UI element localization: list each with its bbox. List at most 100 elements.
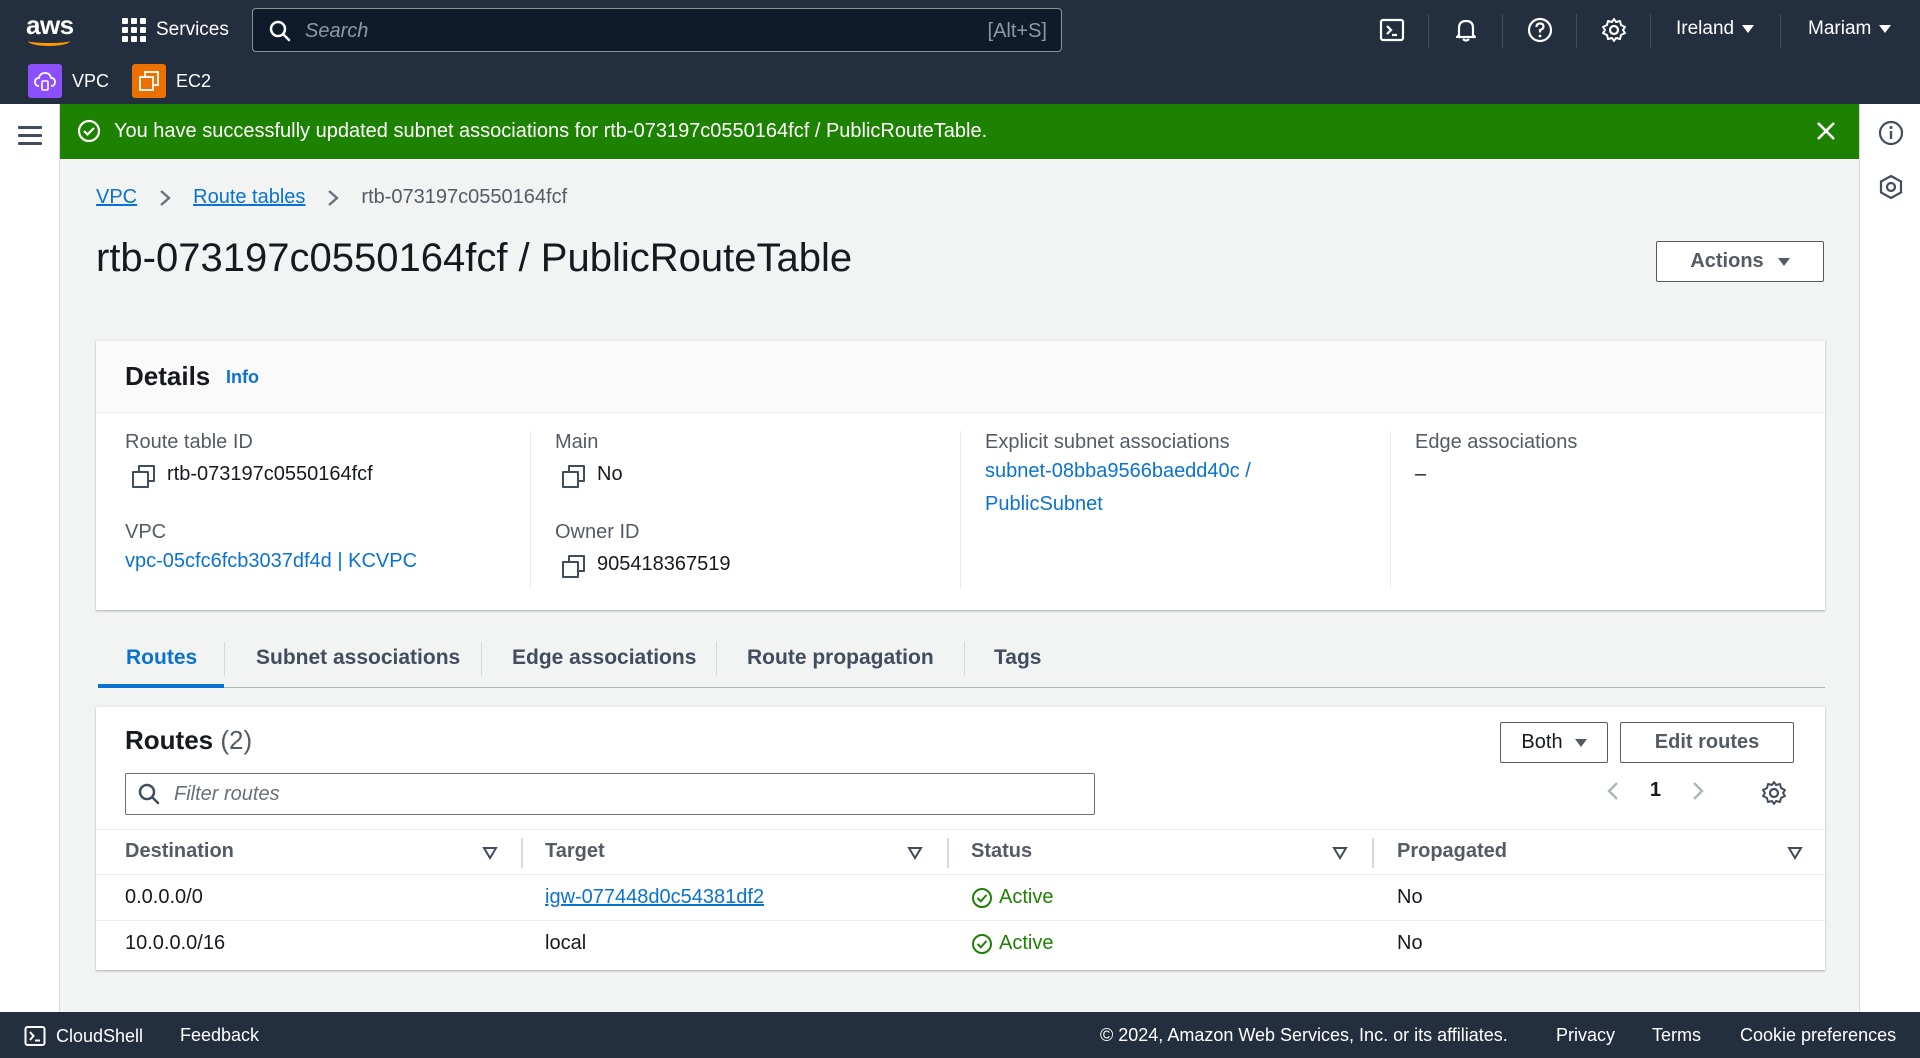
hexagon-help-icon[interactable] bbox=[1878, 174, 1904, 200]
sort-down-icon[interactable] bbox=[482, 846, 498, 860]
chevron-right-icon[interactable] bbox=[1691, 780, 1705, 802]
target-link[interactable]: igw-077448d0c54381df2 bbox=[545, 886, 764, 909]
status-check-icon bbox=[972, 887, 992, 908]
breadcrumb: VPC Route tables rtb-073197c0550164fcf bbox=[96, 186, 567, 209]
footer: CloudShell Feedback © 2024, Amazon Web S… bbox=[0, 1012, 1920, 1058]
services-label: Services bbox=[156, 19, 229, 40]
success-flash-banner: You have successfully updated subnet ass… bbox=[60, 104, 1859, 159]
tab-tags[interactable]: Tags bbox=[994, 638, 1041, 688]
search-shortcut: [Alt+S] bbox=[987, 20, 1047, 42]
copy-icon[interactable] bbox=[131, 464, 155, 488]
success-check-icon bbox=[77, 119, 101, 143]
status-badge: Active bbox=[971, 932, 1053, 955]
route-type-label: Both bbox=[1521, 731, 1563, 753]
details-panel: Details Info Route table ID rtb-073197c0… bbox=[96, 340, 1825, 610]
cookie-preferences-link[interactable]: Cookie preferences bbox=[1740, 1025, 1896, 1046]
status-check-icon bbox=[972, 933, 992, 954]
chevron-right-icon bbox=[328, 189, 340, 206]
actions-button[interactable]: Actions bbox=[1656, 241, 1824, 282]
region-selector[interactable]: Ireland bbox=[1676, 18, 1755, 40]
top-navigation: aws Services Search [Alt+S] Ireland Mari bbox=[0, 0, 1920, 104]
breadcrumb-vpc[interactable]: VPC bbox=[96, 186, 137, 209]
feedback-link[interactable]: Feedback bbox=[180, 1025, 259, 1046]
right-rail bbox=[1859, 104, 1920, 1012]
cloudshell-icon[interactable] bbox=[1378, 16, 1406, 44]
flash-message: You have successfully updated subnet ass… bbox=[114, 120, 988, 142]
routes-panel: Routes (2) Both Edit routes Filter route… bbox=[96, 706, 1825, 970]
tabs: Routes Subnet associations Edge associat… bbox=[98, 638, 1825, 688]
owner-id-value: 905418367519 bbox=[597, 553, 731, 575]
copy-icon[interactable] bbox=[561, 464, 585, 488]
tab-route-propagation[interactable]: Route propagation bbox=[747, 638, 934, 688]
cell-destination: 0.0.0.0/0 bbox=[125, 886, 203, 908]
page-number[interactable]: 1 bbox=[1650, 779, 1661, 802]
details-column-2: Main No Owner ID 905418367519 bbox=[530, 431, 935, 589]
explicit-subnet-label: Explicit subnet associations bbox=[985, 431, 1230, 453]
tab-edge-associations[interactable]: Edge associations bbox=[512, 638, 696, 688]
route-table-id-value: rtb-073197c0550164fcf bbox=[167, 463, 373, 485]
main-value: No bbox=[597, 463, 623, 485]
services-menu-button[interactable]: Services bbox=[122, 16, 229, 44]
explicit-subnet-link[interactable]: subnet-08bba9566baedd40c / bbox=[985, 455, 1251, 488]
tab-routes[interactable]: Routes bbox=[126, 638, 197, 688]
search-icon bbox=[138, 783, 160, 805]
caret-down-icon bbox=[1879, 25, 1892, 33]
chevron-right-icon bbox=[160, 189, 171, 206]
cell-propagated: No bbox=[1397, 886, 1423, 908]
breadcrumb-route-tables[interactable]: Route tables bbox=[193, 186, 305, 209]
settings-gear-icon[interactable] bbox=[1600, 16, 1628, 44]
vpc-label: VPC bbox=[125, 521, 167, 543]
sort-down-icon[interactable] bbox=[1332, 846, 1348, 860]
info-link[interactable]: Info bbox=[226, 367, 259, 388]
favorite-vpc[interactable]: VPC bbox=[28, 64, 109, 98]
search-placeholder: Search bbox=[305, 20, 369, 42]
terms-link[interactable]: Terms bbox=[1652, 1025, 1701, 1046]
route-table-id-label: Route table ID bbox=[125, 431, 253, 453]
info-panel-icon[interactable] bbox=[1878, 120, 1904, 146]
sort-down-icon[interactable] bbox=[1787, 846, 1803, 860]
actions-label: Actions bbox=[1690, 250, 1764, 272]
routes-title: Routes (2) bbox=[125, 725, 253, 755]
cloudshell-button[interactable]: CloudShell bbox=[24, 1025, 143, 1047]
user-menu[interactable]: Mariam bbox=[1808, 18, 1892, 40]
column-destination[interactable]: Destination bbox=[125, 840, 234, 863]
column-propagated[interactable]: Propagated bbox=[1397, 840, 1507, 863]
edge-associations-value: – bbox=[1415, 463, 1427, 485]
menu-hamburger-icon[interactable] bbox=[18, 126, 42, 146]
details-column-1: Route table ID rtb-073197c0550164fcf VPC… bbox=[125, 431, 505, 589]
privacy-link[interactable]: Privacy bbox=[1556, 1025, 1615, 1046]
cell-propagated: No bbox=[1397, 932, 1423, 954]
search-input[interactable]: Search [Alt+S] bbox=[252, 8, 1062, 52]
aws-logo[interactable]: aws bbox=[26, 12, 74, 46]
tab-subnet-associations[interactable]: Subnet associations bbox=[256, 638, 460, 688]
favorite-ec2[interactable]: EC2 bbox=[132, 64, 211, 98]
caret-down-icon bbox=[1742, 25, 1755, 33]
explicit-subnet-link-name[interactable]: PublicSubnet bbox=[985, 488, 1103, 521]
close-icon[interactable] bbox=[1813, 118, 1839, 144]
owner-id-label: Owner ID bbox=[555, 521, 640, 543]
notifications-bell-icon[interactable] bbox=[1452, 16, 1480, 44]
column-status[interactable]: Status bbox=[971, 840, 1032, 863]
cell-target: local bbox=[545, 932, 587, 954]
route-type-dropdown[interactable]: Both bbox=[1500, 722, 1608, 763]
breadcrumb-current: rtb-073197c0550164fcf bbox=[361, 186, 568, 208]
table-settings-gear-icon[interactable] bbox=[1760, 779, 1788, 807]
table-row: 10.0.0.0/16 local Active No bbox=[96, 921, 1825, 967]
caret-down-icon bbox=[1777, 257, 1790, 266]
left-rail bbox=[0, 104, 60, 1012]
routes-count: (2) bbox=[220, 725, 253, 755]
status-badge: Active bbox=[971, 886, 1053, 909]
cell-destination: 10.0.0.0/16 bbox=[125, 932, 226, 954]
page-title: rtb-073197c0550164fcf / PublicRouteTable bbox=[96, 236, 853, 280]
chevron-left-icon[interactable] bbox=[1606, 780, 1620, 802]
favorite-ec2-label: EC2 bbox=[176, 70, 212, 91]
filter-routes-input[interactable]: Filter routes bbox=[125, 773, 1095, 815]
help-icon[interactable] bbox=[1526, 16, 1554, 44]
vpc-link[interactable]: vpc-05cfc6fcb3037df4d | KCVPC bbox=[125, 545, 417, 578]
details-column-3: Explicit subnet associations subnet-08bb… bbox=[960, 431, 1365, 589]
column-target[interactable]: Target bbox=[545, 840, 605, 863]
edit-routes-button[interactable]: Edit routes bbox=[1620, 722, 1794, 763]
table-header: Destination Target Status Propagated bbox=[96, 829, 1825, 875]
copy-icon[interactable] bbox=[561, 554, 585, 578]
sort-down-icon[interactable] bbox=[907, 846, 923, 860]
